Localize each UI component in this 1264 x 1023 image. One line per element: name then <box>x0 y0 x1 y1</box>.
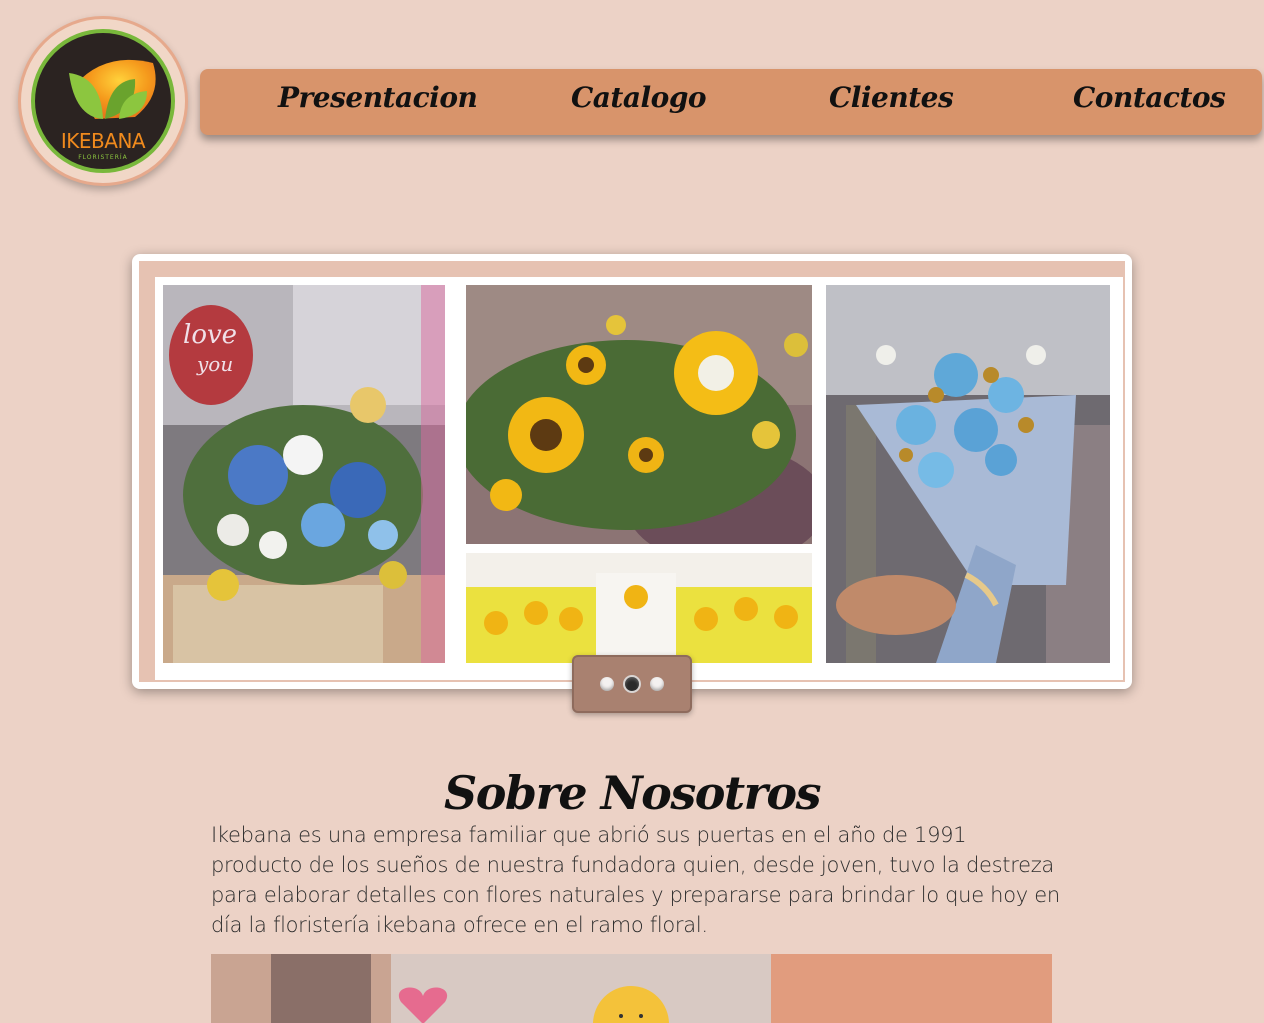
about-description: Ikebana es una empresa familiar que abri… <box>211 823 1060 937</box>
slide-photo-blue-roses[interactable] <box>826 285 1110 663</box>
slider-pagination <box>572 655 692 713</box>
blue-flower-arrangement-photo: love you <box>163 285 445 663</box>
about-title: Sobre Nosotros <box>444 766 821 821</box>
shop-storefront-photo <box>211 954 1052 1023</box>
logo-emblem: IKEBANA FLORISTERÍA <box>31 29 175 173</box>
about-photo <box>211 954 1052 1023</box>
main-nav: Presentacion Catalogo Clientes Contactos <box>200 69 1262 135</box>
brand-logo[interactable]: IKEBANA FLORISTERÍA <box>18 16 188 186</box>
slider-inner-frame: love you <box>155 277 1123 680</box>
image-slider: love you <box>132 254 1132 689</box>
nav-item-catalogo[interactable]: Catalogo <box>571 81 707 114</box>
nav-item-clientes[interactable]: Clientes <box>829 81 954 114</box>
logo-wordmark: IKEBANA <box>60 129 146 153</box>
sunflower-arrangement-photo <box>466 285 812 544</box>
blue-rose-bouquet-photo <box>826 285 1110 663</box>
slider-dot-2[interactable] <box>625 677 639 691</box>
logo-subtitle: FLORISTERÍA <box>78 154 128 161</box>
slider-dot-1[interactable] <box>600 677 614 691</box>
slide-photo-blue-arrangement[interactable]: love you <box>163 285 445 663</box>
svg-text:love: love <box>183 320 237 350</box>
svg-text:you: you <box>196 352 233 376</box>
slide-photo-bridesmaids[interactable] <box>466 553 812 663</box>
nav-item-contactos[interactable]: Contactos <box>1073 81 1226 114</box>
slider-dot-3[interactable] <box>650 677 664 691</box>
page: IKEBANA FLORISTERÍA Presentacion Catalog… <box>0 0 1264 1023</box>
slide-photo-sunflowers[interactable] <box>466 285 812 544</box>
nav-item-presentacion[interactable]: Presentacion <box>278 81 478 114</box>
slider-frame: love you <box>139 261 1125 682</box>
bridesmaids-sunflower-bouquets-photo <box>466 553 812 663</box>
